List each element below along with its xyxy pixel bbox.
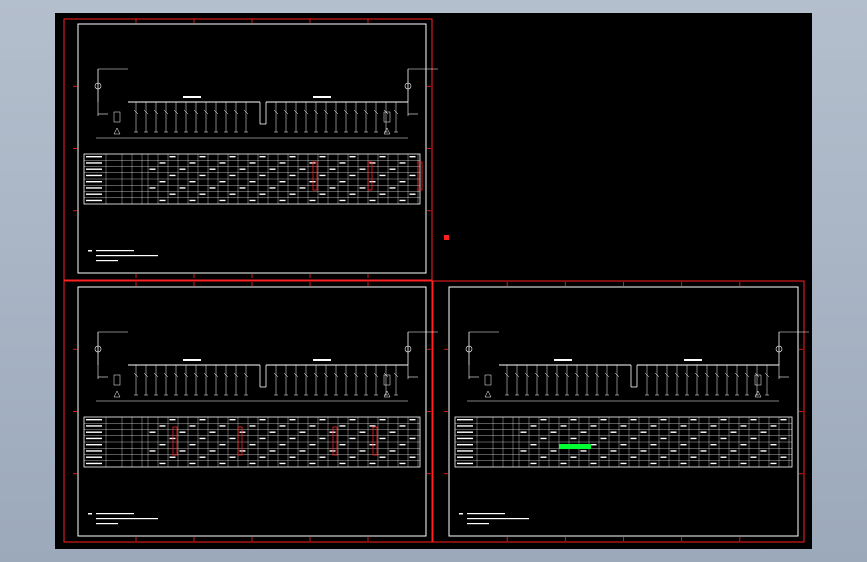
sheet-bottom-left: [73, 282, 438, 541]
sheet-frame-bottom-right: [432, 280, 805, 543]
drawing-canvas[interactable]: [55, 13, 812, 549]
sheet-top-left: [73, 19, 438, 278]
cad-drawing: [63, 18, 809, 543]
equipment-table: [83, 416, 421, 468]
green-selection-highlight: [559, 444, 591, 449]
cursor-pickbox-icon: [444, 235, 449, 240]
single-line-diagram: [94, 331, 438, 402]
general-notes: [459, 513, 529, 525]
sheet-border: [448, 286, 799, 537]
sheet-frame-top-left: [63, 18, 433, 281]
single-line-diagram: [465, 331, 809, 402]
equipment-table: [83, 153, 421, 205]
general-notes: [88, 513, 158, 525]
sheet-border: [77, 23, 427, 274]
general-notes: [88, 250, 158, 262]
sheet-border: [77, 286, 427, 537]
equipment-table: [454, 416, 793, 468]
single-line-diagram: [94, 68, 438, 139]
sheet-bottom-right: [444, 282, 809, 541]
sheet-frame-bottom-left: [63, 280, 433, 543]
revision-marks: [312, 161, 423, 191]
